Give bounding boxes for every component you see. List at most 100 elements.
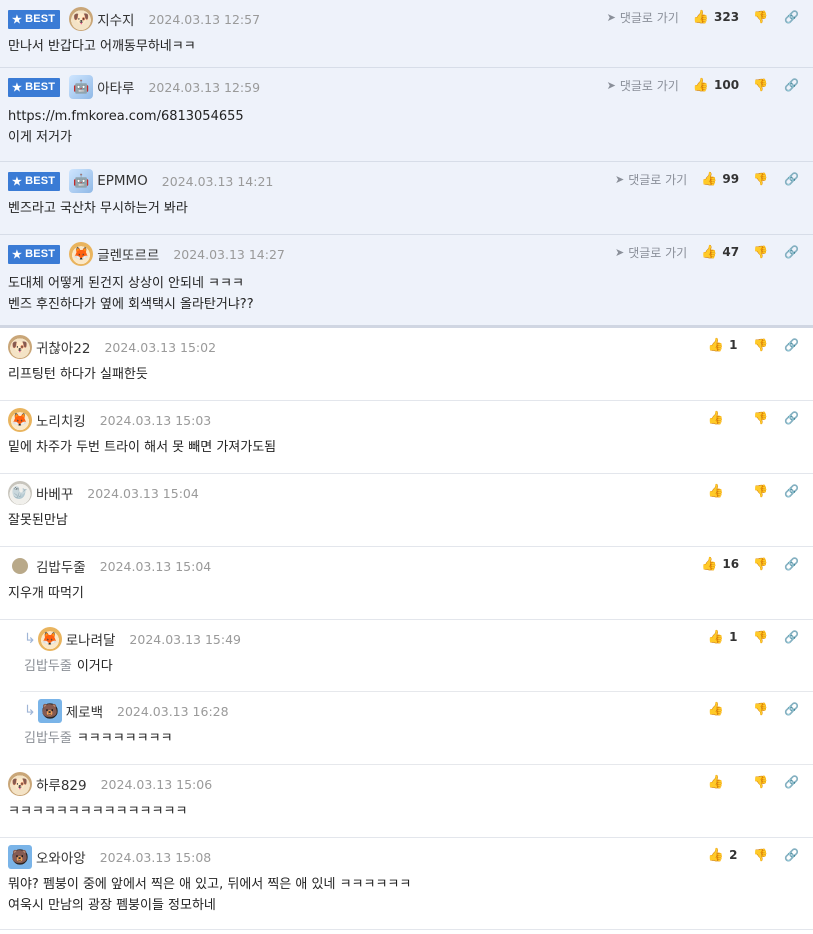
thumbs-down-icon[interactable]: 👎 [753,411,768,425]
comment-text-line: 김밥두줄 이거다 [24,656,113,677]
upvote-button[interactable]: 👍 323 [693,10,739,25]
comment-body: 벤즈라고 국산차 무시하는거 봐라 [8,198,188,219]
reply-comment: ↳ 🐻 제로백 2024.03.13 16:28 👍 👎 🔗 김밥두줄 ㅋㅋㅋㅋㅋㅋㅋㅋ [20,692,813,765]
link-icon[interactable]: 🔗 [784,172,799,186]
upvote-button[interactable]: 👍 [708,702,739,717]
thumbs-down-icon[interactable]: 👎 [753,78,768,92]
comment-actions: 👍 1 👎 🔗 [708,336,799,354]
dog-avatar[interactable]: 🐶 [8,335,32,359]
upvote-button[interactable]: 👍 2 [708,848,739,863]
thumbs-up-icon: 👍 [707,847,725,863]
link-icon[interactable]: 🔗 [784,557,799,571]
comment-text-line: 김밥두줄 ㅋㅋㅋㅋㅋㅋㅋㅋ [24,728,173,749]
upvote-count: 16 [722,557,740,571]
comment-text: 리프팅턴 하다가 실패한듯 [8,367,148,382]
comment-text: 이거다 [76,659,113,674]
link-icon[interactable]: 🔗 [784,848,799,862]
upvote-button[interactable]: 👍 1 [708,630,739,645]
upvote-button[interactable]: 👍 47 [701,245,739,260]
link-icon[interactable]: 🔗 [784,411,799,425]
comment: 🦊 노리치킹 2024.03.13 15:03 👍 👎 🔗 밑에 차주가 두번 트라이 해서… [0,401,813,474]
thumbs-down-icon[interactable]: 👎 [753,484,768,498]
thumbs-down-icon[interactable]: 👎 [753,775,768,789]
upvote-count: 1 [729,630,738,644]
navigate-arrow-icon: ➤ [606,10,616,24]
goto-comment-link[interactable]: ➤ 댓글로 가기 [615,171,687,188]
comment-text: 벤즈라고 국산차 무시하는거 봐라 [8,201,188,216]
comment-actions: 👍 2 👎 🔗 [708,846,799,864]
star-icon: ★ [12,248,23,261]
thumbs-down-icon[interactable]: 👎 [753,702,768,716]
upvote-button[interactable]: 👍 99 [701,172,739,187]
comment-actions: 👍 16 👎 🔗 [701,555,799,573]
comment-text: ㅋㅋㅋㅋㅋㅋㅋㅋㅋㅋㅋㅋㅋㅋㅋ [8,804,188,819]
author-nickname[interactable]: 오와아앙 [36,847,86,867]
thumbs-down-icon[interactable]: 👎 [753,630,768,644]
bear-avatar[interactable]: 🐻 [8,845,32,869]
upvote-button[interactable]: 👍 [708,411,739,426]
thumbs-up-icon: 👍 [692,9,710,25]
dog-avatar[interactable]: 🐶 [69,7,94,31]
link-icon[interactable]: 🔗 [784,245,799,259]
upvote-button[interactable]: 👍 [708,775,739,790]
thumbs-down-icon[interactable]: 👎 [753,10,768,24]
link-icon[interactable]: 🔗 [784,10,799,24]
bear-avatar[interactable]: 🐻 [37,699,62,723]
comment-body: https://m.fmkorea.com/6813054655 이게 저거가 [8,106,244,148]
link-icon[interactable]: 🔗 [784,630,799,644]
author-nickname[interactable]: 글렌또르르 [97,244,159,264]
comment-date: 2024.03.13 15:03 [99,412,212,428]
thumbs-down-icon[interactable]: 👎 [753,172,768,186]
comment-date: 2024.03.13 15:49 [129,631,241,647]
author-nickname[interactable]: 바베꾸 [36,483,73,503]
robot-avatar[interactable]: 🤖 [69,169,94,193]
comment-text-line: 이게 저거가 [8,127,244,148]
comment-date: 2024.03.13 16:28 [117,703,229,719]
comment-date: 2024.03.13 12:57 [148,11,261,27]
author-nickname[interactable]: 로나려달 [66,629,116,649]
author-nickname[interactable]: 아타루 [97,77,134,97]
thumbs-down-icon[interactable]: 👎 [753,557,768,571]
thumbs-up-icon: 👍 [701,244,718,260]
navigate-arrow-icon: ➤ [606,78,616,92]
blob-avatar[interactable] [12,558,28,574]
comment-list: ★ BEST 🐶 지수지 2024.03.13 12:57 ➤ 댓글로 가기 👍 323 👎 🔗 만나… [0,0,813,930]
author-nickname[interactable]: 제로백 [66,701,103,721]
author-nickname[interactable]: 귀찮아22 [36,337,90,357]
link-icon[interactable]: 🔗 [784,78,799,92]
comment-text: 만나서 반갑다고 어깨동무하네ㅋㅋ [8,39,196,54]
comment-text-line: 뭐야? 펨붕이 중에 앞에서 찍은 애 있고, 뒤에서 찍은 애 있네 ㅋㅋㅋㅋ… [8,874,411,895]
thumbs-down-icon[interactable]: 👎 [753,245,768,259]
best-comment: ★ BEST 🦊 글렌또르르 2024.03.13 14:27 ➤ 댓글로 가기 👍 47 👎 🔗 도… [0,235,813,328]
comment-actions: 👍 👎 🔗 [708,773,799,791]
fox-avatar[interactable]: 🦊 [69,242,94,266]
seal-avatar[interactable]: 🦭 [8,481,32,505]
mention-link[interactable]: 김밥두줄 [24,659,72,674]
thumbs-down-icon[interactable]: 👎 [753,338,768,352]
upvote-button[interactable]: 👍 1 [708,338,739,353]
mention-link[interactable]: 김밥두줄 [24,731,72,746]
link-icon[interactable]: 🔗 [784,338,799,352]
fox-avatar[interactable]: 🦊 [37,627,62,651]
author-nickname[interactable]: 지수지 [97,9,134,29]
goto-comment-link[interactable]: ➤ 댓글로 가기 [615,244,687,261]
author-nickname[interactable]: 하루829 [36,774,87,794]
dog-avatar[interactable]: 🐶 [8,772,32,796]
upvote-button[interactable]: 👍 16 [701,557,739,572]
comment-text: 벤즈 후진하다가 옆에 회색택시 올라탄거냐?? [8,297,254,312]
fox-avatar[interactable]: 🦊 [8,408,32,432]
comment-body: 리프팅턴 하다가 실패한듯 [8,364,148,385]
goto-comment-link[interactable]: ➤ 댓글로 가기 [607,77,679,94]
upvote-button[interactable]: 👍 [708,484,739,499]
link-icon[interactable]: 🔗 [784,702,799,716]
link-icon[interactable]: 🔗 [784,484,799,498]
author-nickname[interactable]: EPMMO [97,173,148,189]
robot-avatar[interactable]: 🤖 [69,75,94,99]
comment-text-line: 리프팅턴 하다가 실패한듯 [8,364,148,385]
author-nickname[interactable]: 김밥두줄 [36,556,86,576]
thumbs-down-icon[interactable]: 👎 [753,848,768,862]
author-nickname[interactable]: 노리치킹 [36,410,86,430]
goto-comment-link[interactable]: ➤ 댓글로 가기 [607,9,679,26]
upvote-button[interactable]: 👍 100 [693,78,739,93]
link-icon[interactable]: 🔗 [784,775,799,789]
